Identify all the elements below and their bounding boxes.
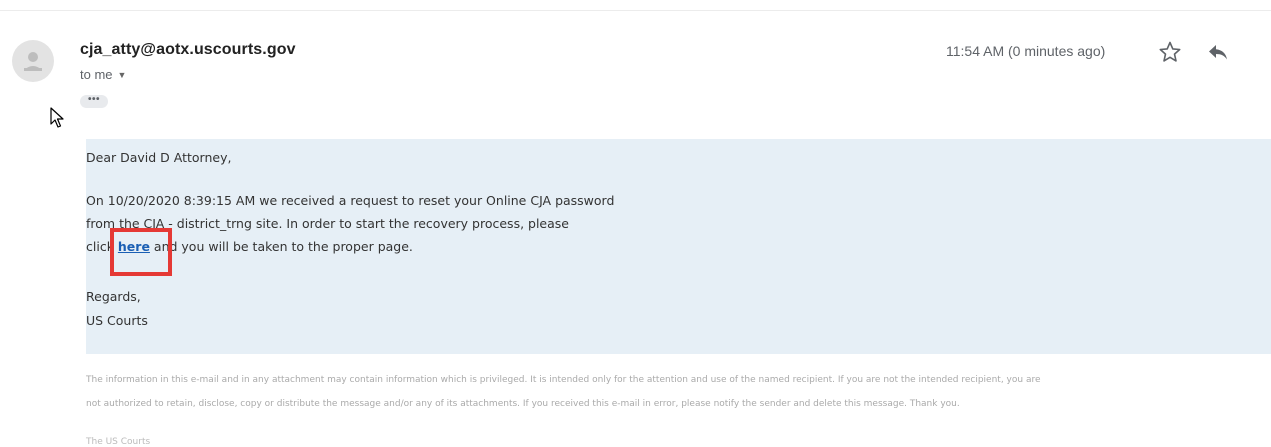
disclaimer-line-2: not authorized to retain, disclose, copy…	[86, 399, 960, 409]
star-button[interactable]	[1158, 40, 1182, 69]
recipient-dropdown[interactable]: to me ▼	[80, 67, 126, 82]
recipient-label: to me	[80, 67, 113, 82]
email-body: Dear David D Attorney, On 10/20/2020 8:3…	[86, 139, 1271, 354]
email-timestamp: 11:54 AM (0 minutes ago)	[946, 43, 1106, 59]
top-divider	[0, 10, 1271, 11]
person-icon	[24, 52, 42, 71]
disclaimer-signoff: The US Courts	[86, 437, 151, 447]
link-highlight-box	[110, 228, 172, 276]
mouse-pointer-icon	[50, 107, 66, 134]
chevron-down-icon: ▼	[117, 70, 127, 80]
sender-address[interactable]: cja_atty@aotx.uscourts.gov	[80, 41, 296, 59]
signature-text: US Courts	[86, 313, 148, 328]
greeting-text: Dear David D Attorney,	[86, 150, 232, 165]
line-3-suffix: and you will be taken to the proper page…	[149, 239, 413, 254]
sender-avatar[interactable]	[12, 40, 54, 82]
reply-button[interactable]	[1207, 42, 1229, 67]
regards-text: Regards,	[86, 289, 141, 304]
confidentiality-disclaimer: The information in this e-mail and in an…	[86, 368, 1271, 416]
star-outline-icon	[1159, 41, 1181, 62]
show-trimmed-content-button[interactable]: •••	[80, 95, 108, 108]
disclaimer-line-1: The information in this e-mail and in an…	[86, 375, 1041, 385]
reply-icon	[1209, 45, 1227, 60]
body-paragraph-line-1: On 10/20/2020 8:39:15 AM we received a r…	[86, 193, 615, 208]
